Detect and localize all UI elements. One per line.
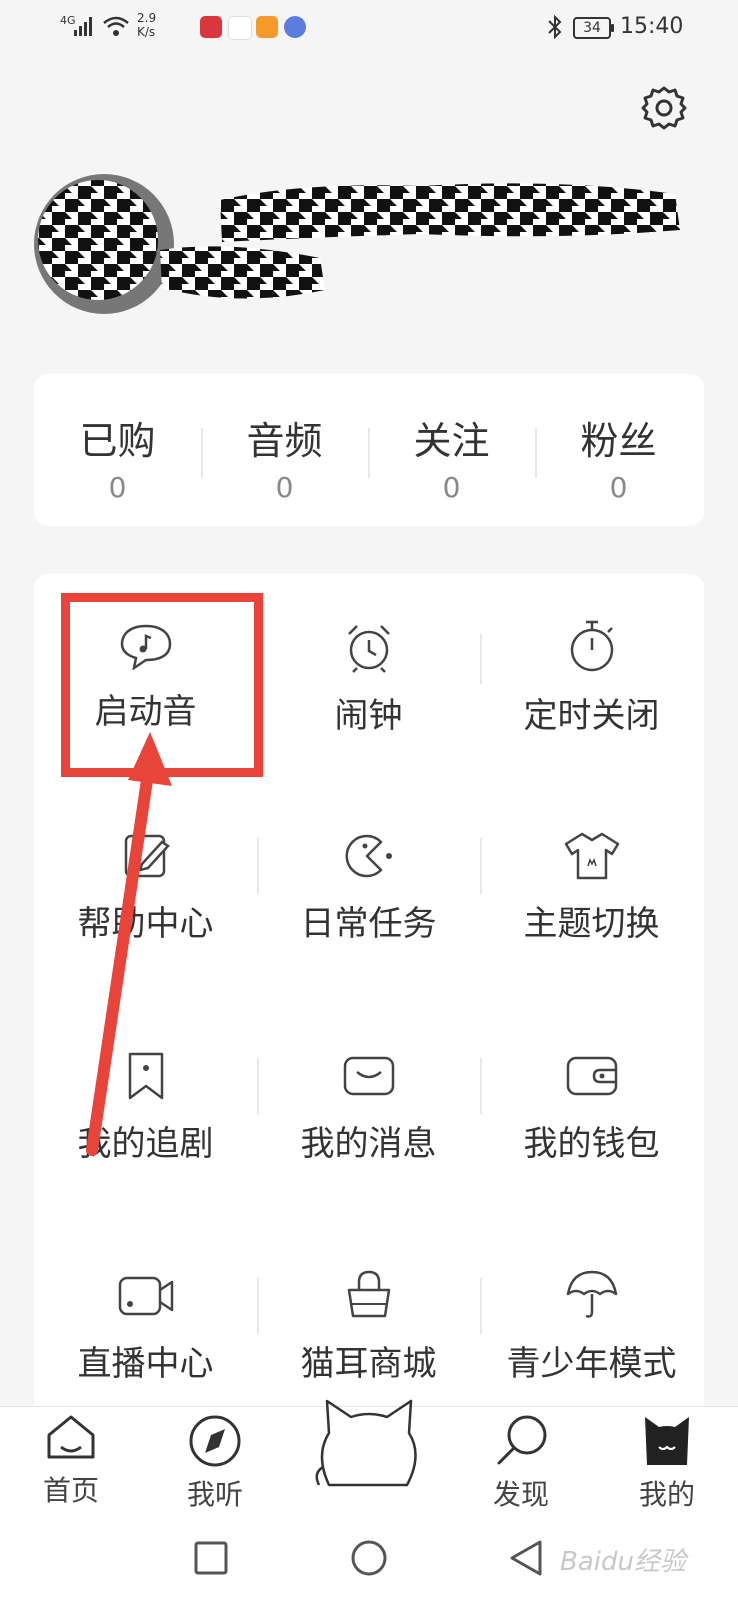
stat-label: 已购 [79,419,156,463]
bookmark-icon [128,1052,163,1100]
bottom-nav: 首页 我听 发现 我的 [0,1399,738,1517]
grid-item-label: 直播中心 [77,1344,214,1384]
recents-square-icon[interactable] [194,1541,228,1575]
pacman-icon [344,834,392,878]
message-icon [343,1056,394,1096]
grid-item-label: 闹钟 [334,696,403,736]
grid-item-theme-switch[interactable]: 主题切换 [480,830,703,945]
grid-item-label: 我的钱包 [523,1124,660,1164]
cat-icon [315,1399,417,1487]
grid-item-label: 主题切换 [523,904,660,944]
grid-item-label: 青少年模式 [506,1344,677,1384]
shopping-bag-icon [347,1270,390,1318]
tab-label: 首页 [42,1474,99,1507]
cat-avatar-icon [645,1417,689,1465]
stat-label: 粉丝 [580,419,657,463]
tab-mine[interactable]: 我的 [612,1413,722,1513]
grid-item-sleep-timer[interactable]: 定时关闭 [480,618,703,737]
grid-item-live-center[interactable]: 直播中心 [34,1270,257,1385]
settings-gear-icon[interactable] [640,84,688,132]
profile-header[interactable] [0,160,738,330]
home-circle-icon[interactable] [350,1539,388,1577]
tab-home[interactable]: 首页 [16,1413,126,1509]
tab-listen[interactable]: 我听 [160,1413,270,1513]
stat-fans[interactable]: 粉丝 0 [535,410,702,504]
baidu-watermark: Baidu经验 [560,1547,686,1577]
compass-icon [189,1415,241,1467]
home-icon [47,1415,95,1459]
grid-item-label: 定时关闭 [523,696,660,736]
stat-audio[interactable]: 音频 0 [201,410,368,504]
clock: 15:40 [620,14,684,39]
stat-value: 0 [609,471,628,504]
signal-icon [74,17,92,36]
grid-item-maoer-shop[interactable]: 猫耳商城 [257,1266,480,1385]
system-nav-bar: Baidu经验 [0,1517,738,1600]
stat-value: 0 [275,471,294,504]
wifi-icon [103,16,129,36]
grid-item-label: 帮助中心 [77,904,214,944]
back-triangle-icon[interactable] [508,1539,544,1577]
stopwatch-icon [570,620,613,672]
stat-value: 0 [442,471,461,504]
stat-value: 0 [108,471,127,504]
grid-item-label: 我的消息 [300,1124,437,1164]
music-app-icon [284,16,306,38]
wallet-icon [566,1056,617,1096]
video-camera-icon [118,1276,173,1316]
tab-discover[interactable]: 发现 [466,1413,576,1513]
tab-label: 发现 [492,1478,549,1511]
speed-value: 2.9 [137,11,157,25]
stat-label: 关注 [413,419,490,463]
redacted-subtitle [160,246,325,299]
grid-item-daily-tasks[interactable]: 日常任务 [257,830,480,945]
stat-following[interactable]: 关注 0 [368,410,535,504]
battery-icon: 34 [573,17,614,39]
grid-item-alarm[interactable]: 闹钟 [257,622,480,737]
book-app-icon [200,16,222,38]
grid-item-label: 猫耳商城 [300,1344,437,1384]
magnifier-icon [497,1415,547,1465]
tab-center-cat[interactable] [308,1395,428,1497]
avatar[interactable] [34,174,174,314]
grid-item-my-series[interactable]: 我的追剧 [34,1050,257,1165]
help-edit-icon [124,834,170,878]
highlight-box [61,593,263,777]
stat-purchased[interactable]: 已购 0 [34,410,201,504]
umbrella-icon [566,1270,617,1318]
grid-item-my-messages[interactable]: 我的消息 [257,1050,480,1165]
video-app-icon [256,16,278,38]
stats-card: 已购 0 音频 0 关注 0 粉丝 0 [34,374,704,526]
grid-item-label: 日常任务 [300,904,437,944]
grid-item-label: 我的追剧 [77,1124,214,1164]
network-speed: 2.9 K/s [137,11,156,39]
tab-label: 我的 [638,1478,695,1511]
stat-label: 音频 [246,419,323,463]
alarm-clock-icon [347,625,390,673]
grid-item-teen-mode[interactable]: 青少年模式 [480,1266,703,1385]
speed-unit: K/s [137,25,156,39]
tshirt-icon [564,832,619,880]
grid-item-my-wallet[interactable]: 我的钱包 [480,1050,703,1165]
grid-item-help-center[interactable]: 帮助中心 [34,830,257,945]
bluetooth-icon [548,14,562,40]
tab-label: 我听 [186,1478,243,1511]
cool-app-icon [228,16,252,40]
redacted-username [220,183,680,242]
